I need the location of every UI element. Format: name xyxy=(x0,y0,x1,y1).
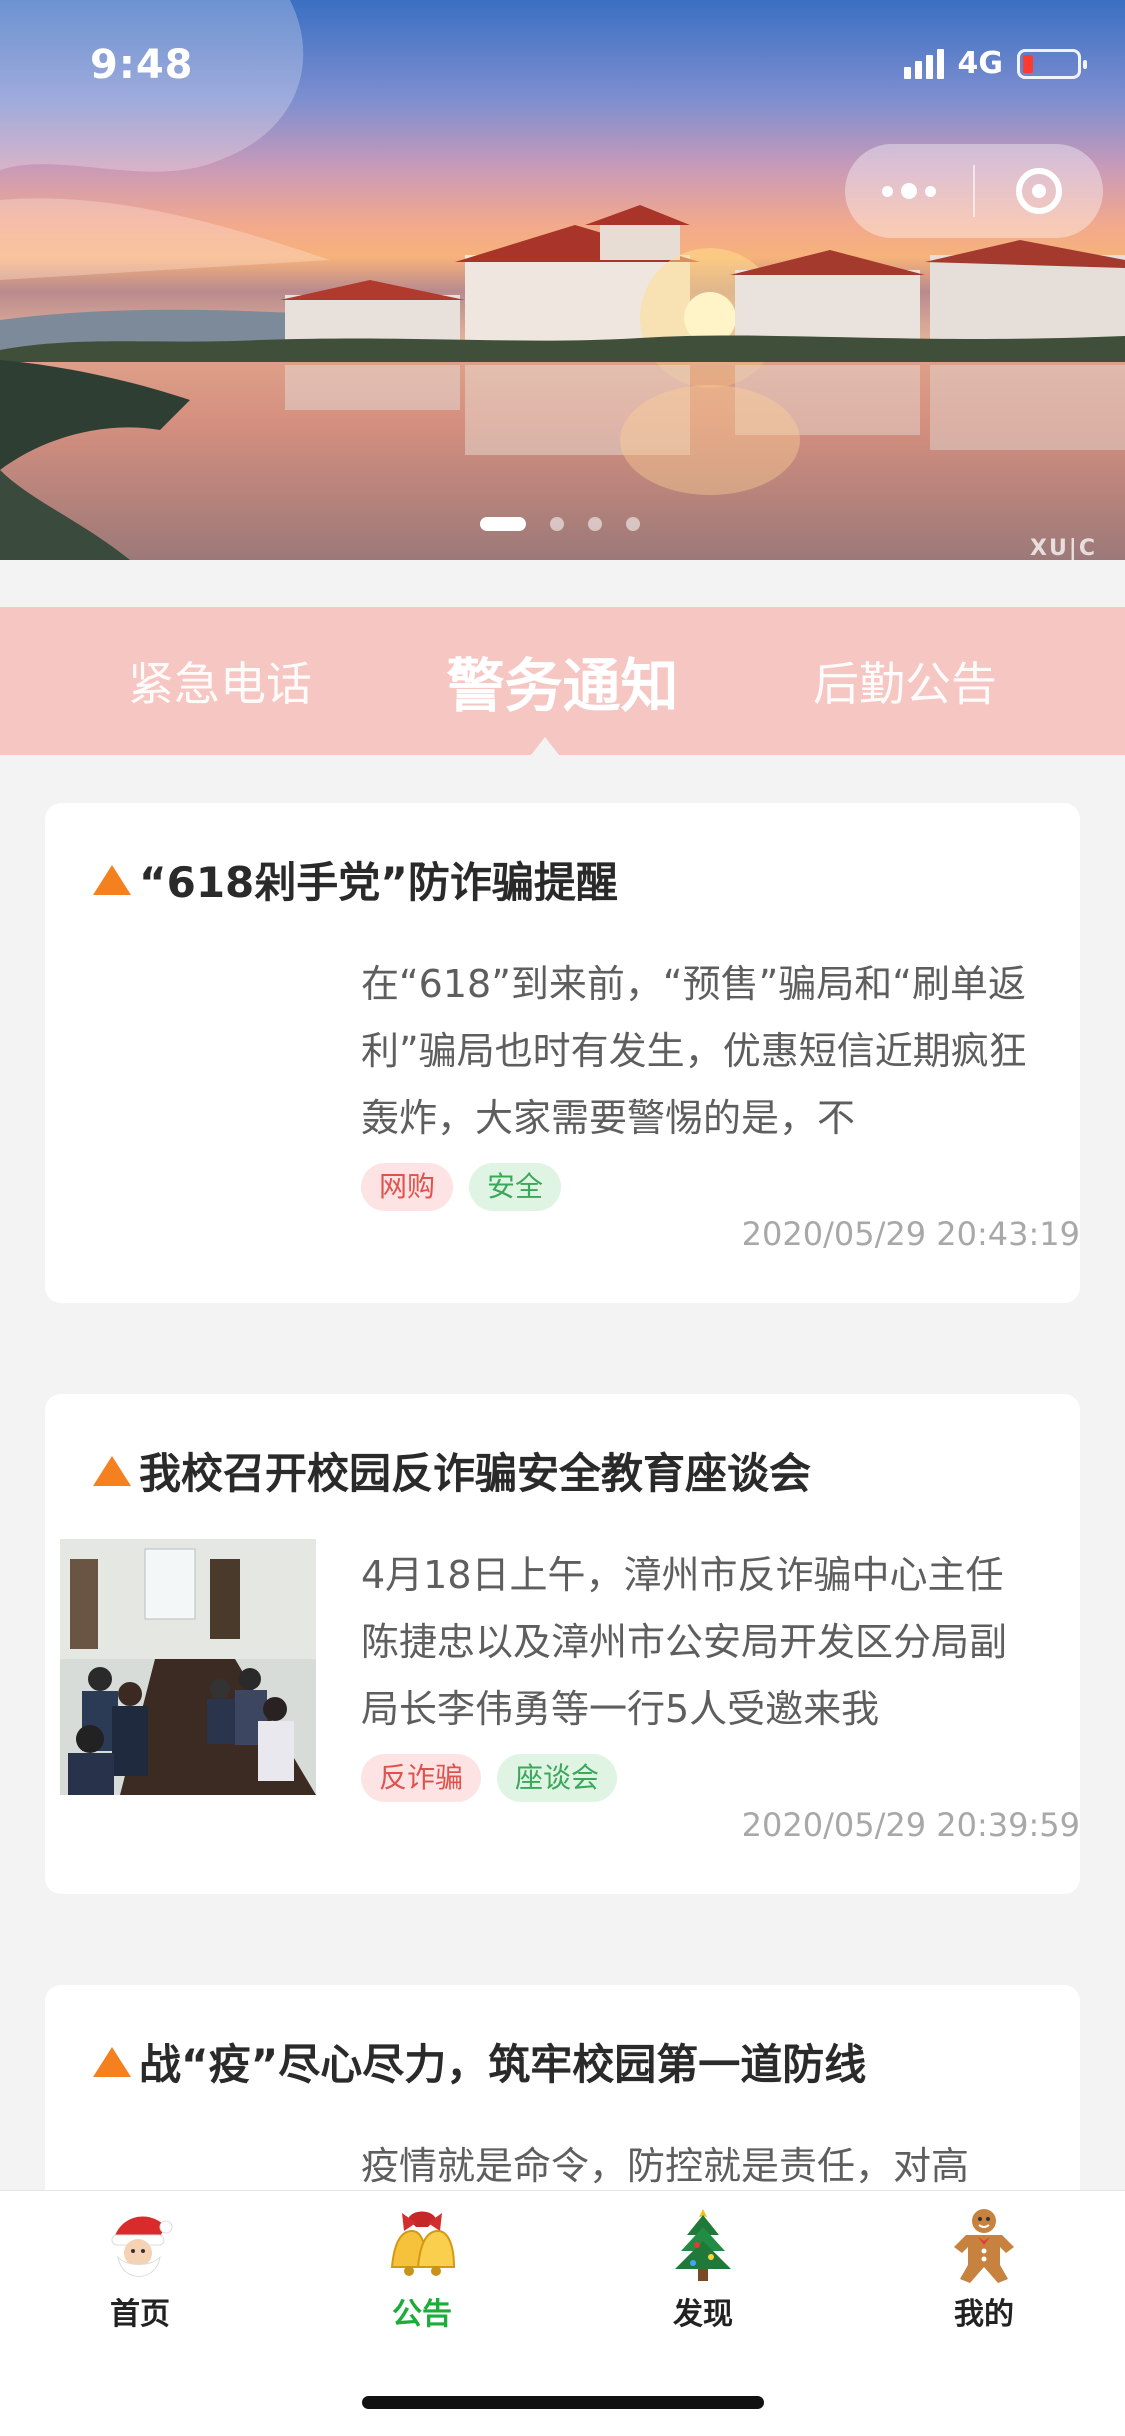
signal-icon xyxy=(903,48,944,79)
notice-thumbnail[interactable] xyxy=(60,1539,316,1795)
tabbar-label: 首页 xyxy=(110,2297,170,2332)
tabbar-item-discover[interactable]: 发现 xyxy=(628,2205,778,2333)
tabbar-item-home[interactable]: 首页 xyxy=(65,2205,215,2333)
tag[interactable]: 安全 xyxy=(469,1163,562,1211)
notice-summary: 4月18日上午，漳州市反诈骗中心主任陈捷忠以及漳州市公安局开发区分局副局长李伟勇… xyxy=(361,1553,1008,1731)
warning-triangle-icon xyxy=(93,2046,131,2077)
battery-icon xyxy=(1017,48,1087,79)
tab-police-notice[interactable]: 警务通知 xyxy=(420,607,705,755)
notice-card[interactable]: “618剁手党”防诈骗提醒 在“618”到来前，“预售”骗局和“刷单返利”骗局也… xyxy=(45,803,1080,1303)
banner-carousel[interactable]: 9:48 4G XU|C xyxy=(0,0,1125,560)
tab-emergency-phone[interactable]: 紧急电话 xyxy=(80,607,360,755)
network-type: 4G xyxy=(957,46,1004,81)
status-indicators: 4G xyxy=(903,46,1087,81)
tag[interactable]: 反诈骗 xyxy=(361,1754,482,1802)
battery-level xyxy=(1023,54,1033,73)
close-miniprogram-button[interactable] xyxy=(975,144,1103,238)
tabbar-item-announcements[interactable]: 公告 xyxy=(347,2205,497,2333)
bell-icon xyxy=(390,2211,456,2276)
santa-icon xyxy=(111,2216,173,2277)
notice-card[interactable]: 我校召开校园反诈骗安全教育座谈会 4月18日上午，漳州市反诈骗中心主任陈捷忠以及… xyxy=(45,1394,1080,1894)
home-indicator[interactable] xyxy=(362,2396,764,2409)
tab-logistics-notice[interactable]: 后勤公告 xyxy=(765,607,1045,755)
notice-title-text: “618剁手党”防诈骗提醒 xyxy=(139,858,618,907)
carousel-dot[interactable] xyxy=(588,517,602,531)
carousel-dot[interactable] xyxy=(626,517,640,531)
notice-time: 2020/05/29 20:43:19 xyxy=(741,1215,1080,1253)
gingerbread-man-icon xyxy=(954,2209,1014,2283)
carousel-indicators[interactable] xyxy=(480,517,640,531)
notice-summary: 在“618”到来前，“预售”骗局和“刷单返利”骗局也时有发生，优惠短信近期疯狂轰… xyxy=(361,962,1027,1140)
tabbar-item-profile[interactable]: 我的 xyxy=(909,2205,1059,2333)
active-tab-pointer xyxy=(531,737,559,755)
carousel-dot[interactable] xyxy=(480,517,526,531)
notice-tags: 网购 安全 xyxy=(361,1163,562,1211)
notice-title: 战“疫”尽心尽力，筑牢校园第一道防线 xyxy=(93,2031,866,2092)
tag[interactable]: 座谈会 xyxy=(497,1754,618,1802)
app-page: 9:48 4G XU|C 紧急电话 警务通知 后勤公告 “618剁手党”防诈骗提… xyxy=(0,0,1125,2436)
category-tabs: 紧急电话 警务通知 后勤公告 xyxy=(0,607,1125,755)
notice-tags: 反诈骗 座谈会 xyxy=(361,1754,618,1802)
notice-title: “618剁手党”防诈骗提醒 xyxy=(93,849,618,910)
notice-title-text: 我校召开校园反诈骗安全教育座谈会 xyxy=(139,1449,812,1498)
more-button[interactable] xyxy=(845,144,973,238)
notice-title-text: 战“疫”尽心尽力，筑牢校园第一道防线 xyxy=(139,2040,867,2089)
meeting-photo xyxy=(60,1539,316,1795)
watermark-logo: XU|C xyxy=(1029,536,1097,560)
status-time: 9:48 xyxy=(90,42,194,88)
warning-triangle-icon xyxy=(93,864,131,895)
target-icon xyxy=(1016,168,1062,214)
carousel-dot[interactable] xyxy=(550,517,564,531)
tabbar-label: 发现 xyxy=(673,2297,733,2332)
tabbar-label: 公告 xyxy=(392,2297,452,2332)
warning-triangle-icon xyxy=(93,1455,131,1486)
tag[interactable]: 网购 xyxy=(361,1163,454,1211)
notice-time: 2020/05/29 20:39:59 xyxy=(741,1806,1080,1844)
notice-title: 我校召开校园反诈骗安全教育座谈会 xyxy=(93,1440,811,1501)
more-dots-icon xyxy=(882,183,936,199)
miniprogram-capsule xyxy=(845,144,1103,238)
christmas-tree-icon xyxy=(675,2209,731,2281)
tabbar-label: 我的 xyxy=(954,2297,1014,2332)
